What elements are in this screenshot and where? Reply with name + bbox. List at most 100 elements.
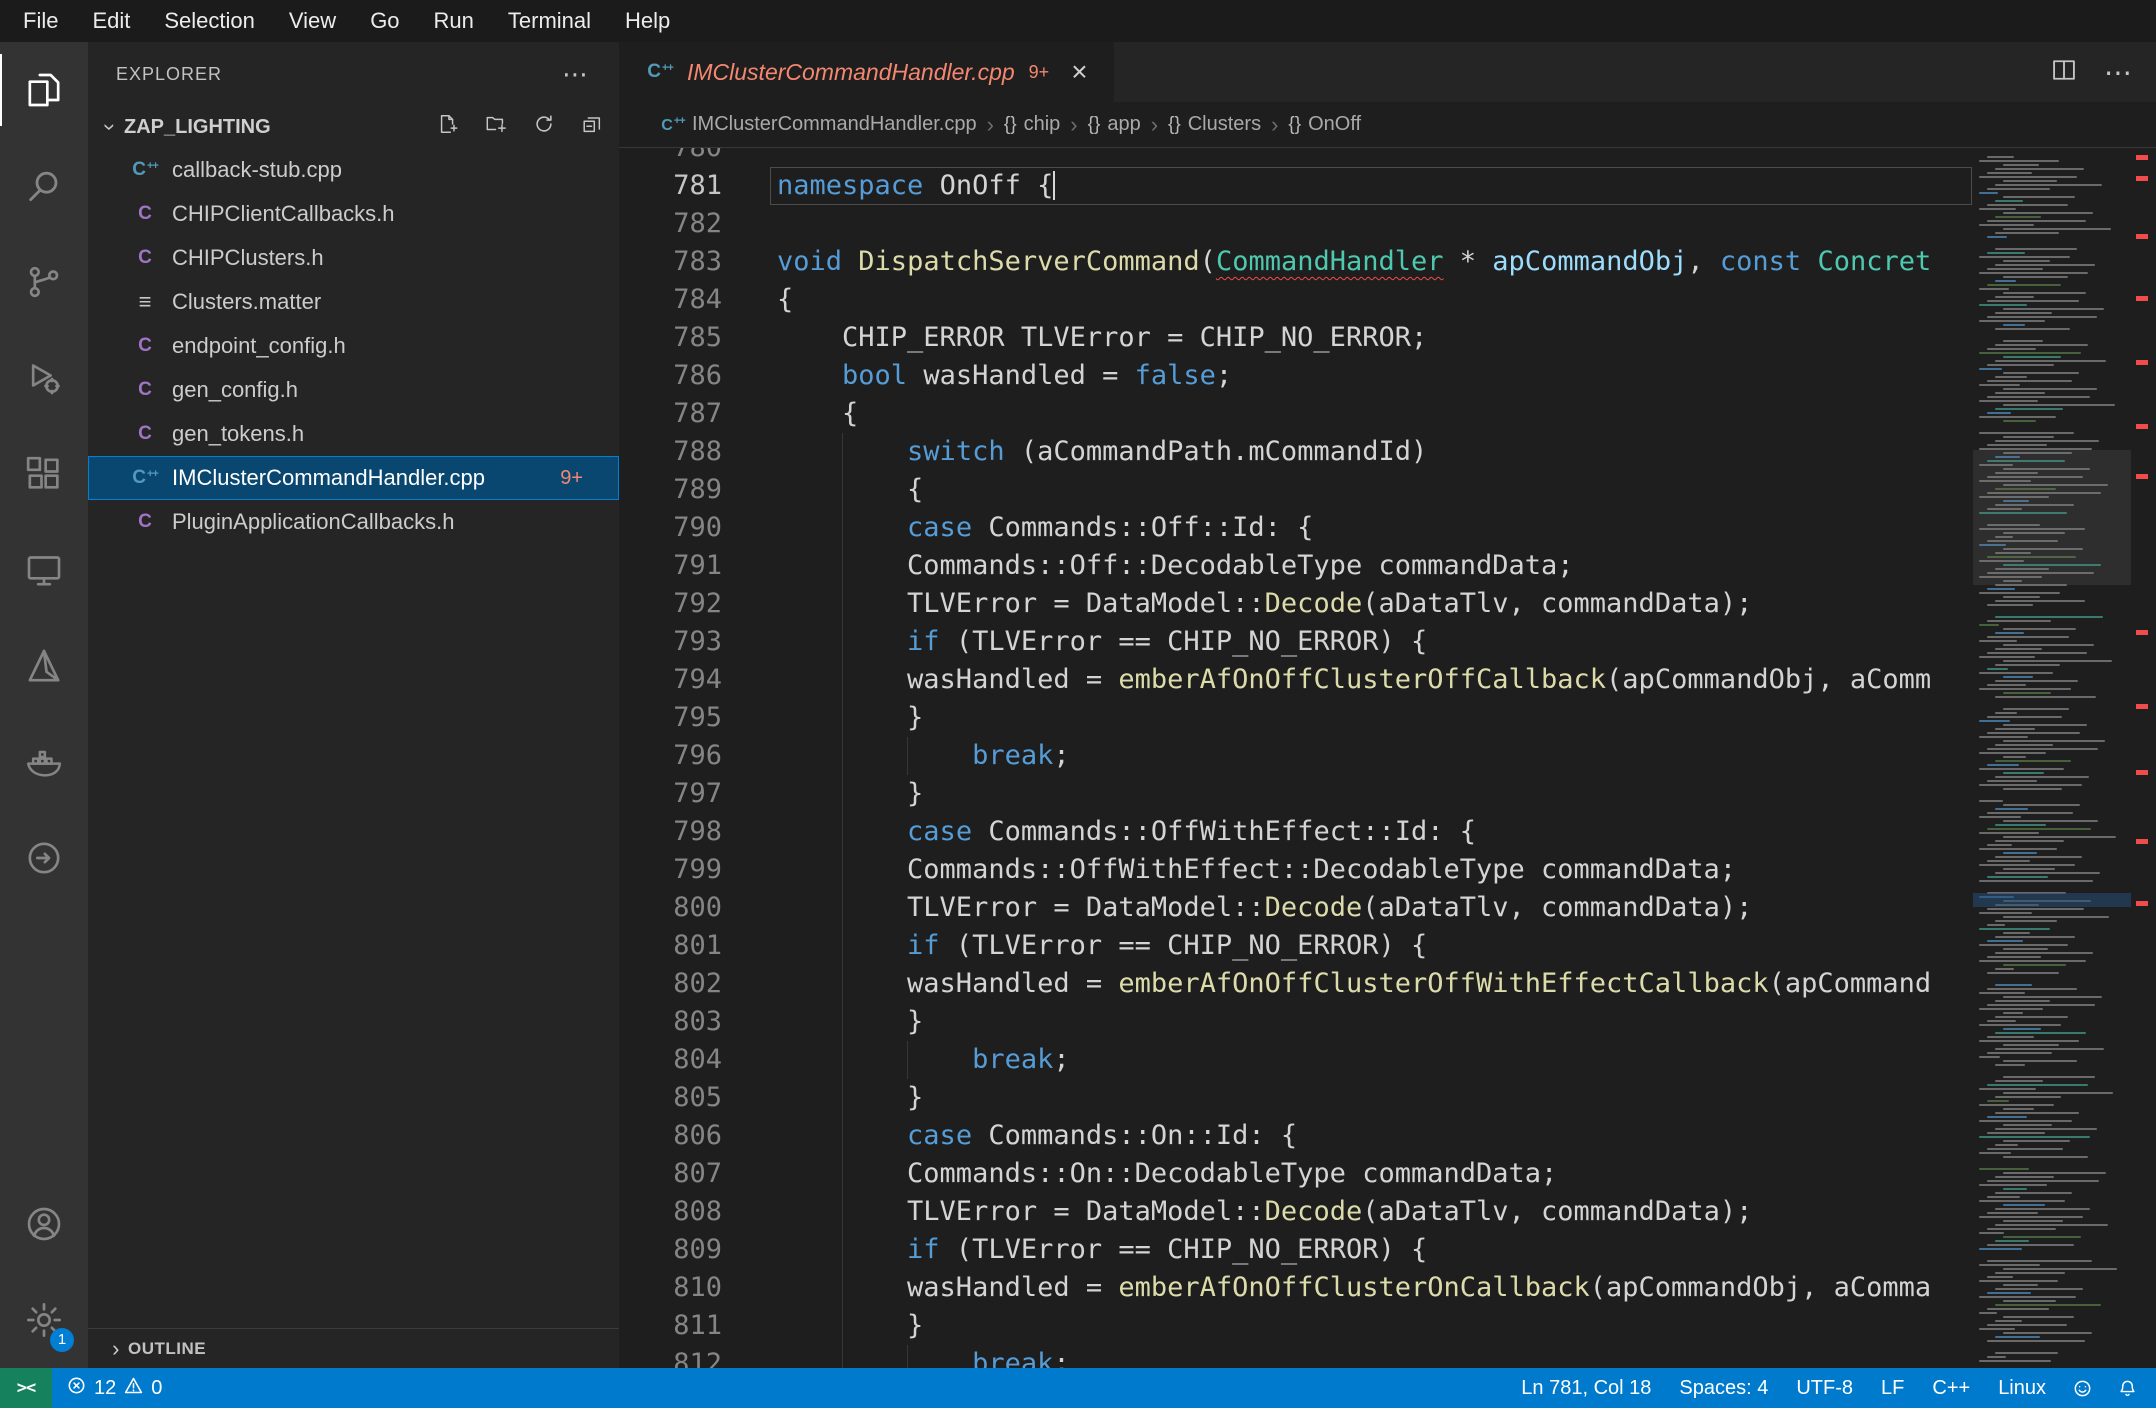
code-line[interactable]: 812 break; <box>619 1345 1973 1368</box>
menu-terminal[interactable]: Terminal <box>491 0 608 42</box>
code-line[interactable]: 801 if (TLVError == CHIP_NO_ERROR) { <box>619 927 1973 965</box>
refresh-icon[interactable] <box>533 113 555 141</box>
line-number[interactable]: 808 <box>619 1193 722 1231</box>
code-line[interactable]: 781 namespace OnOff { <box>619 167 1973 205</box>
code-line[interactable]: 810 wasHandled = emberAfOnOffClusterOnCa… <box>619 1269 1973 1307</box>
minimap-slider[interactable] <box>1973 450 2131 585</box>
code-line[interactable]: 797 } <box>619 775 1973 813</box>
status-language-mode[interactable]: C++ <box>1918 1377 1984 1400</box>
line-number[interactable]: 793 <box>619 623 722 661</box>
line-number[interactable]: 782 <box>619 205 722 243</box>
remote-explorer-icon[interactable] <box>0 522 88 618</box>
code-line[interactable]: 808 TLVError = DataModel::Decode(aDataTl… <box>619 1193 1973 1231</box>
code-line[interactable]: 787 { <box>619 395 1973 433</box>
code-line[interactable]: 800 TLVError = DataModel::Decode(aDataTl… <box>619 889 1973 927</box>
cmake-icon[interactable] <box>0 618 88 714</box>
feedback-icon[interactable] <box>2060 1378 2105 1399</box>
line-number[interactable]: 804 <box>619 1041 722 1079</box>
line-number[interactable]: 799 <box>619 851 722 889</box>
code-line[interactable]: 802 wasHandled = emberAfOnOffClusterOffW… <box>619 965 1973 1003</box>
line-number[interactable]: 792 <box>619 585 722 623</box>
extensions-icon[interactable] <box>0 426 88 522</box>
status-cursor-position[interactable]: Ln 781, Col 18 <box>1507 1377 1665 1400</box>
code-line[interactable]: 790 case Commands::Off::Id: { <box>619 509 1973 547</box>
code-line[interactable]: 806 case Commands::On::Id: { <box>619 1117 1973 1155</box>
settings-icon[interactable]: 1 <box>0 1272 88 1368</box>
line-number[interactable]: 800 <box>619 889 722 927</box>
file-row-pluginapplicationcallbacks-h[interactable]: C PluginApplicationCallbacks.h <box>88 500 619 544</box>
code-line[interactable]: 795 } <box>619 699 1973 737</box>
more-actions-icon[interactable]: ⋯ <box>2104 56 2132 89</box>
line-number[interactable]: 805 <box>619 1079 722 1117</box>
code-editor[interactable]: 780781 namespace OnOff {782783 void Dispat… <box>619 148 1973 1368</box>
source-control-icon[interactable] <box>0 234 88 330</box>
files-icon[interactable] <box>0 42 88 138</box>
line-number[interactable]: 806 <box>619 1117 722 1155</box>
status-eol[interactable]: LF <box>1867 1377 1918 1400</box>
code-line[interactable]: 809 if (TLVError == CHIP_NO_ERROR) { <box>619 1231 1973 1269</box>
line-number[interactable]: 796 <box>619 737 722 775</box>
menu-view[interactable]: View <box>272 0 353 42</box>
line-number[interactable]: 783 <box>619 243 722 281</box>
line-number[interactable]: 788 <box>619 433 722 471</box>
menu-help[interactable]: Help <box>608 0 687 42</box>
file-row-clusters-matter[interactable]: ≡ Clusters.matter <box>88 280 619 324</box>
search-icon[interactable] <box>0 138 88 234</box>
line-number[interactable]: 787 <box>619 395 722 433</box>
code-line[interactable]: 786 bool wasHandled = false; <box>619 357 1973 395</box>
minimap[interactable] <box>1973 148 2131 1368</box>
line-number[interactable]: 795 <box>619 699 722 737</box>
code-line[interactable]: 803 } <box>619 1003 1973 1041</box>
code-line[interactable]: 796 break; <box>619 737 1973 775</box>
line-number[interactable]: 807 <box>619 1155 722 1193</box>
status-os[interactable]: Linux <box>1984 1377 2060 1400</box>
line-number[interactable]: 802 <box>619 965 722 1003</box>
collapse-all-icon[interactable] <box>581 113 603 141</box>
file-row-chipclientcallbacks-h[interactable]: C CHIPClientCallbacks.h <box>88 192 619 236</box>
line-number[interactable]: 794 <box>619 661 722 699</box>
remote-indicator[interactable]: >< <box>0 1368 52 1408</box>
line-number[interactable]: 781 <box>619 167 722 205</box>
file-row-imclustercommandhandler-cpp[interactable]: C IMClusterCommandHandler.cpp 9+ <box>88 456 619 500</box>
file-row-gen-config-h[interactable]: Cgen_config.h <box>88 368 619 412</box>
menu-file[interactable]: File <box>6 0 75 42</box>
code-line[interactable]: 791 Commands::Off::DecodableType command… <box>619 547 1973 585</box>
line-number[interactable]: 790 <box>619 509 722 547</box>
menu-run[interactable]: Run <box>417 0 491 42</box>
menu-go[interactable]: Go <box>353 0 416 42</box>
split-editor-icon[interactable] <box>2050 56 2078 89</box>
breadcrumb-item-app[interactable]: {} app <box>1088 113 1141 136</box>
new-file-icon[interactable] <box>437 113 459 141</box>
file-row-gen-tokens-h[interactable]: Cgen_tokens.h <box>88 412 619 456</box>
line-number[interactable]: 798 <box>619 813 722 851</box>
line-number[interactable]: 786 <box>619 357 722 395</box>
breadcrumb-item-clusters[interactable]: {} Clusters <box>1168 113 1261 136</box>
more-actions-icon[interactable]: ⋯ <box>562 59 589 90</box>
line-number[interactable]: 810 <box>619 1269 722 1307</box>
status-indentation[interactable]: Spaces: 4 <box>1665 1377 1782 1400</box>
code-line[interactable]: 783 void DispatchServerCommand(CommandHan… <box>619 243 1973 281</box>
code-line[interactable]: 804 break; <box>619 1041 1973 1079</box>
status-encoding[interactable]: UTF-8 <box>1782 1377 1867 1400</box>
file-row-callback-stub-cpp[interactable]: Ccallback-stub.cpp <box>88 148 619 192</box>
folder-section-header[interactable]: › ZAP_LIGHTING <box>88 106 619 148</box>
line-number[interactable]: 784 <box>619 281 722 319</box>
line-number[interactable]: 785 <box>619 319 722 357</box>
line-number[interactable]: 780 <box>619 148 722 167</box>
menu-selection[interactable]: Selection <box>147 0 272 42</box>
line-number[interactable]: 803 <box>619 1003 722 1041</box>
code-line[interactable]: 805 } <box>619 1079 1973 1117</box>
breadcrumb-item-chip[interactable]: {} chip <box>1004 113 1060 136</box>
close-icon[interactable]: × <box>1071 56 1087 88</box>
notifications-bell-icon[interactable] <box>2105 1378 2156 1399</box>
new-folder-icon[interactable] <box>485 113 507 141</box>
code-line[interactable]: 807 Commands::On::DecodableType commandD… <box>619 1155 1973 1193</box>
line-number[interactable]: 809 <box>619 1231 722 1269</box>
accounts-icon[interactable] <box>0 1176 88 1272</box>
code-line[interactable]: 784 { <box>619 281 1973 319</box>
code-line[interactable]: 789 { <box>619 471 1973 509</box>
code-line[interactable]: 811 } <box>619 1307 1973 1345</box>
code-line[interactable]: 794 wasHandled = emberAfOnOffClusterOffC… <box>619 661 1973 699</box>
line-number[interactable]: 811 <box>619 1307 722 1345</box>
code-line[interactable]: 799 Commands::OffWithEffect::DecodableTy… <box>619 851 1973 889</box>
